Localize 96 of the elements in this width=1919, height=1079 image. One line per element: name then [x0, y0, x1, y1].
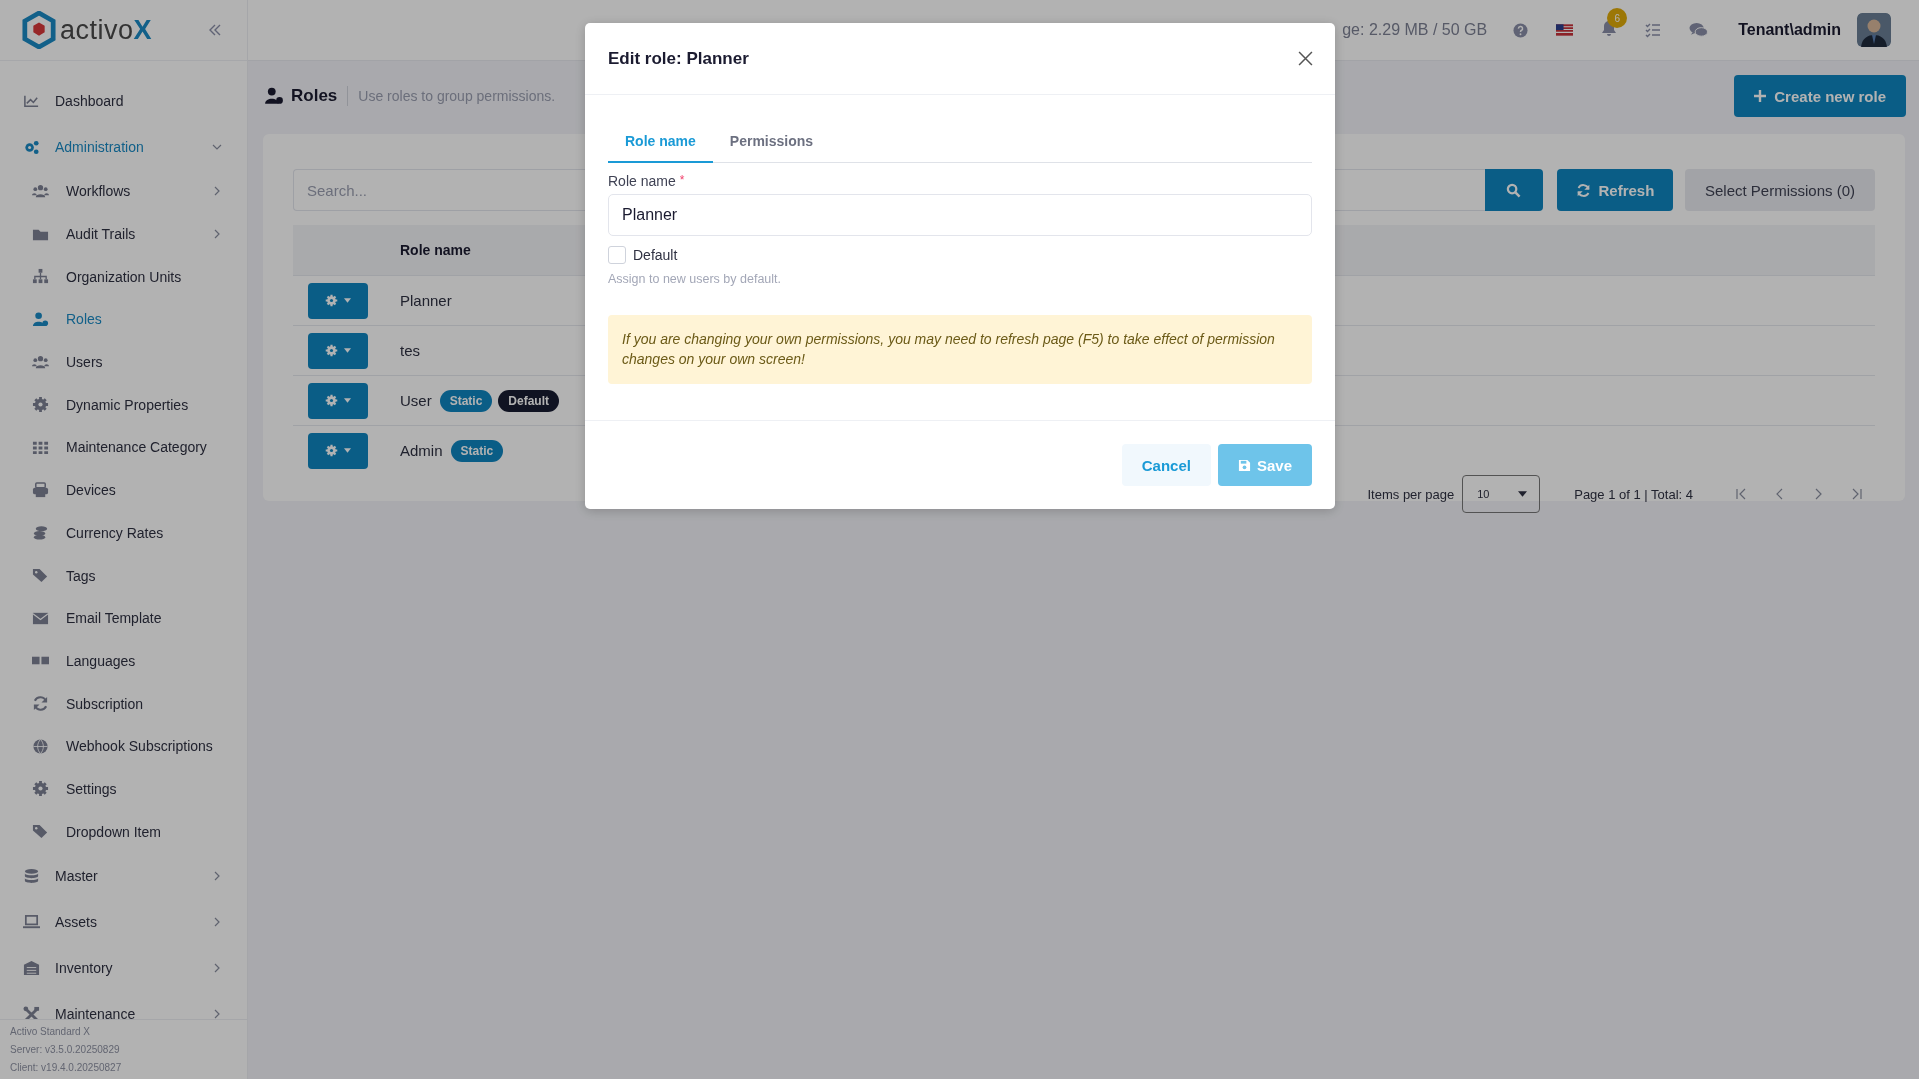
actions-button[interactable] [308, 432, 368, 469]
notification-badge: 6 [1607, 8, 1628, 28]
page-description: Use roles to group permissions. [357, 88, 556, 104]
plus-icon [1754, 90, 1767, 102]
checkbox-label: Default [633, 247, 678, 263]
sidebar-item[interactable]: Audit Trails [0, 212, 247, 256]
caret-icon [344, 348, 351, 353]
table-cell: User [400, 392, 432, 409]
sidebar-item[interactable]: Inventory [0, 945, 247, 991]
field-hint: Assign to new users by default. [608, 272, 782, 286]
sidebar-item[interactable]: Master [0, 853, 247, 899]
field-label: Role name [608, 173, 676, 189]
page-summary: Page 1 of 1 | Total: 4 [1574, 486, 1693, 502]
sidebar-item[interactable]: Maintenance [0, 991, 247, 1019]
gears-icon [23, 138, 40, 156]
role-badge: Static [450, 439, 504, 462]
page-size-select[interactable]: 10 [1462, 475, 1541, 513]
hierarchy-icon [32, 268, 49, 286]
sidebar-item[interactable]: Users [0, 340, 247, 384]
sidebar-item[interactable]: Email Template [0, 596, 247, 640]
tab[interactable]: Permissions [712, 123, 831, 163]
search-button[interactable] [1484, 169, 1543, 211]
sidebar-item[interactable]: Dropdown Item [0, 810, 247, 853]
version-text: Activo Standard X [10, 1025, 92, 1039]
printer-icon [32, 481, 49, 499]
sidebar-item[interactable]: Settings [0, 767, 247, 811]
default-checkbox[interactable] [608, 246, 626, 264]
sidebar-item[interactable]: Subscription [0, 682, 247, 725]
flag-icon[interactable] [1556, 24, 1574, 36]
caret-icon [344, 298, 351, 303]
dialog-title: Edit role: Planner [608, 48, 749, 69]
warehouse-icon [23, 959, 40, 977]
actions-button[interactable] [308, 332, 368, 369]
sidebar-item[interactable]: Webhook Subscriptions [0, 724, 247, 768]
caret-icon [344, 448, 351, 453]
first-page-icon[interactable] [1736, 488, 1748, 500]
coins-icon [32, 524, 49, 542]
database-icon [23, 867, 40, 885]
role-badge: Default [498, 389, 560, 412]
sidebar-item[interactable]: Maintenance Category [0, 426, 247, 469]
actions-button[interactable] [308, 382, 368, 419]
version-text: Client: v19.4.0.20250827 [10, 1061, 123, 1075]
select-permissions-button[interactable]: Select Permissions (0) [1684, 169, 1875, 211]
help-icon[interactable] [1513, 22, 1529, 38]
people-icon [32, 182, 49, 200]
gear-icon [325, 394, 338, 407]
search-icon [1506, 182, 1522, 198]
gear-icon [325, 444, 338, 457]
people-icon [32, 353, 49, 371]
tools-icon [23, 1005, 40, 1019]
sidebar-item[interactable]: Devices [0, 468, 247, 512]
version-text: Server: v3.5.0.20250829 [10, 1043, 121, 1057]
person-icon [32, 310, 49, 328]
gear-icon [32, 780, 49, 798]
sidebar-item[interactable]: Languages [0, 639, 247, 683]
laptop-icon [23, 913, 40, 931]
gear-icon [325, 344, 338, 357]
checklist-icon[interactable] [1645, 22, 1662, 38]
table-cell: tes [400, 342, 420, 359]
user-name[interactable]: Tenant\admin [1738, 21, 1841, 39]
required-mark: * [679, 173, 685, 189]
globe-icon [32, 737, 49, 755]
avatar[interactable] [1857, 13, 1891, 47]
actions-button[interactable] [308, 282, 368, 319]
caret-icon [344, 398, 351, 403]
items-per-page-label: Items per page [1367, 486, 1455, 502]
sidebar-item[interactable]: Currency Rates [0, 511, 247, 555]
caret-icon [1518, 491, 1528, 497]
role-badge: Static [439, 389, 493, 412]
logo-text: activoX [60, 14, 153, 46]
logo-icon [22, 11, 56, 49]
sidebar-item[interactable]: Dashboard [0, 78, 247, 124]
floppy-icon [1237, 458, 1251, 472]
person-icon [264, 86, 284, 106]
gear-icon [325, 294, 338, 307]
page-title: Roles [291, 86, 349, 106]
refresh-icon [1575, 182, 1591, 198]
collapse-icon[interactable] [208, 23, 222, 37]
chat-icon[interactable] [1689, 22, 1709, 38]
last-page-icon[interactable] [1850, 488, 1862, 500]
sidebar-item[interactable]: Tags [0, 554, 247, 597]
sidebar-item[interactable]: Organization Units [0, 255, 247, 299]
sidebar-item[interactable]: Assets [0, 899, 247, 945]
tag-icon [32, 567, 49, 585]
warning-alert: If you are changing your own permissions, you may need to refresh page (F5) to take effect of permission changes on your own screen! [608, 315, 1312, 384]
column-header: Role name [400, 242, 471, 258]
storage-usage: ge: 2.29 MB / 50 GB [1342, 21, 1488, 39]
sidebar-item[interactable]: Dynamic Properties [0, 383, 247, 427]
refresh-icon [32, 695, 49, 713]
table-cell: Admin [400, 442, 443, 459]
table-cell: Planner [400, 292, 452, 309]
sidebar-item[interactable]: Workflows [0, 170, 247, 213]
role-name-field[interactable]: Planner [608, 194, 1312, 236]
close-icon[interactable] [1298, 51, 1313, 66]
gear-icon [32, 396, 49, 414]
tag-icon [32, 823, 49, 841]
